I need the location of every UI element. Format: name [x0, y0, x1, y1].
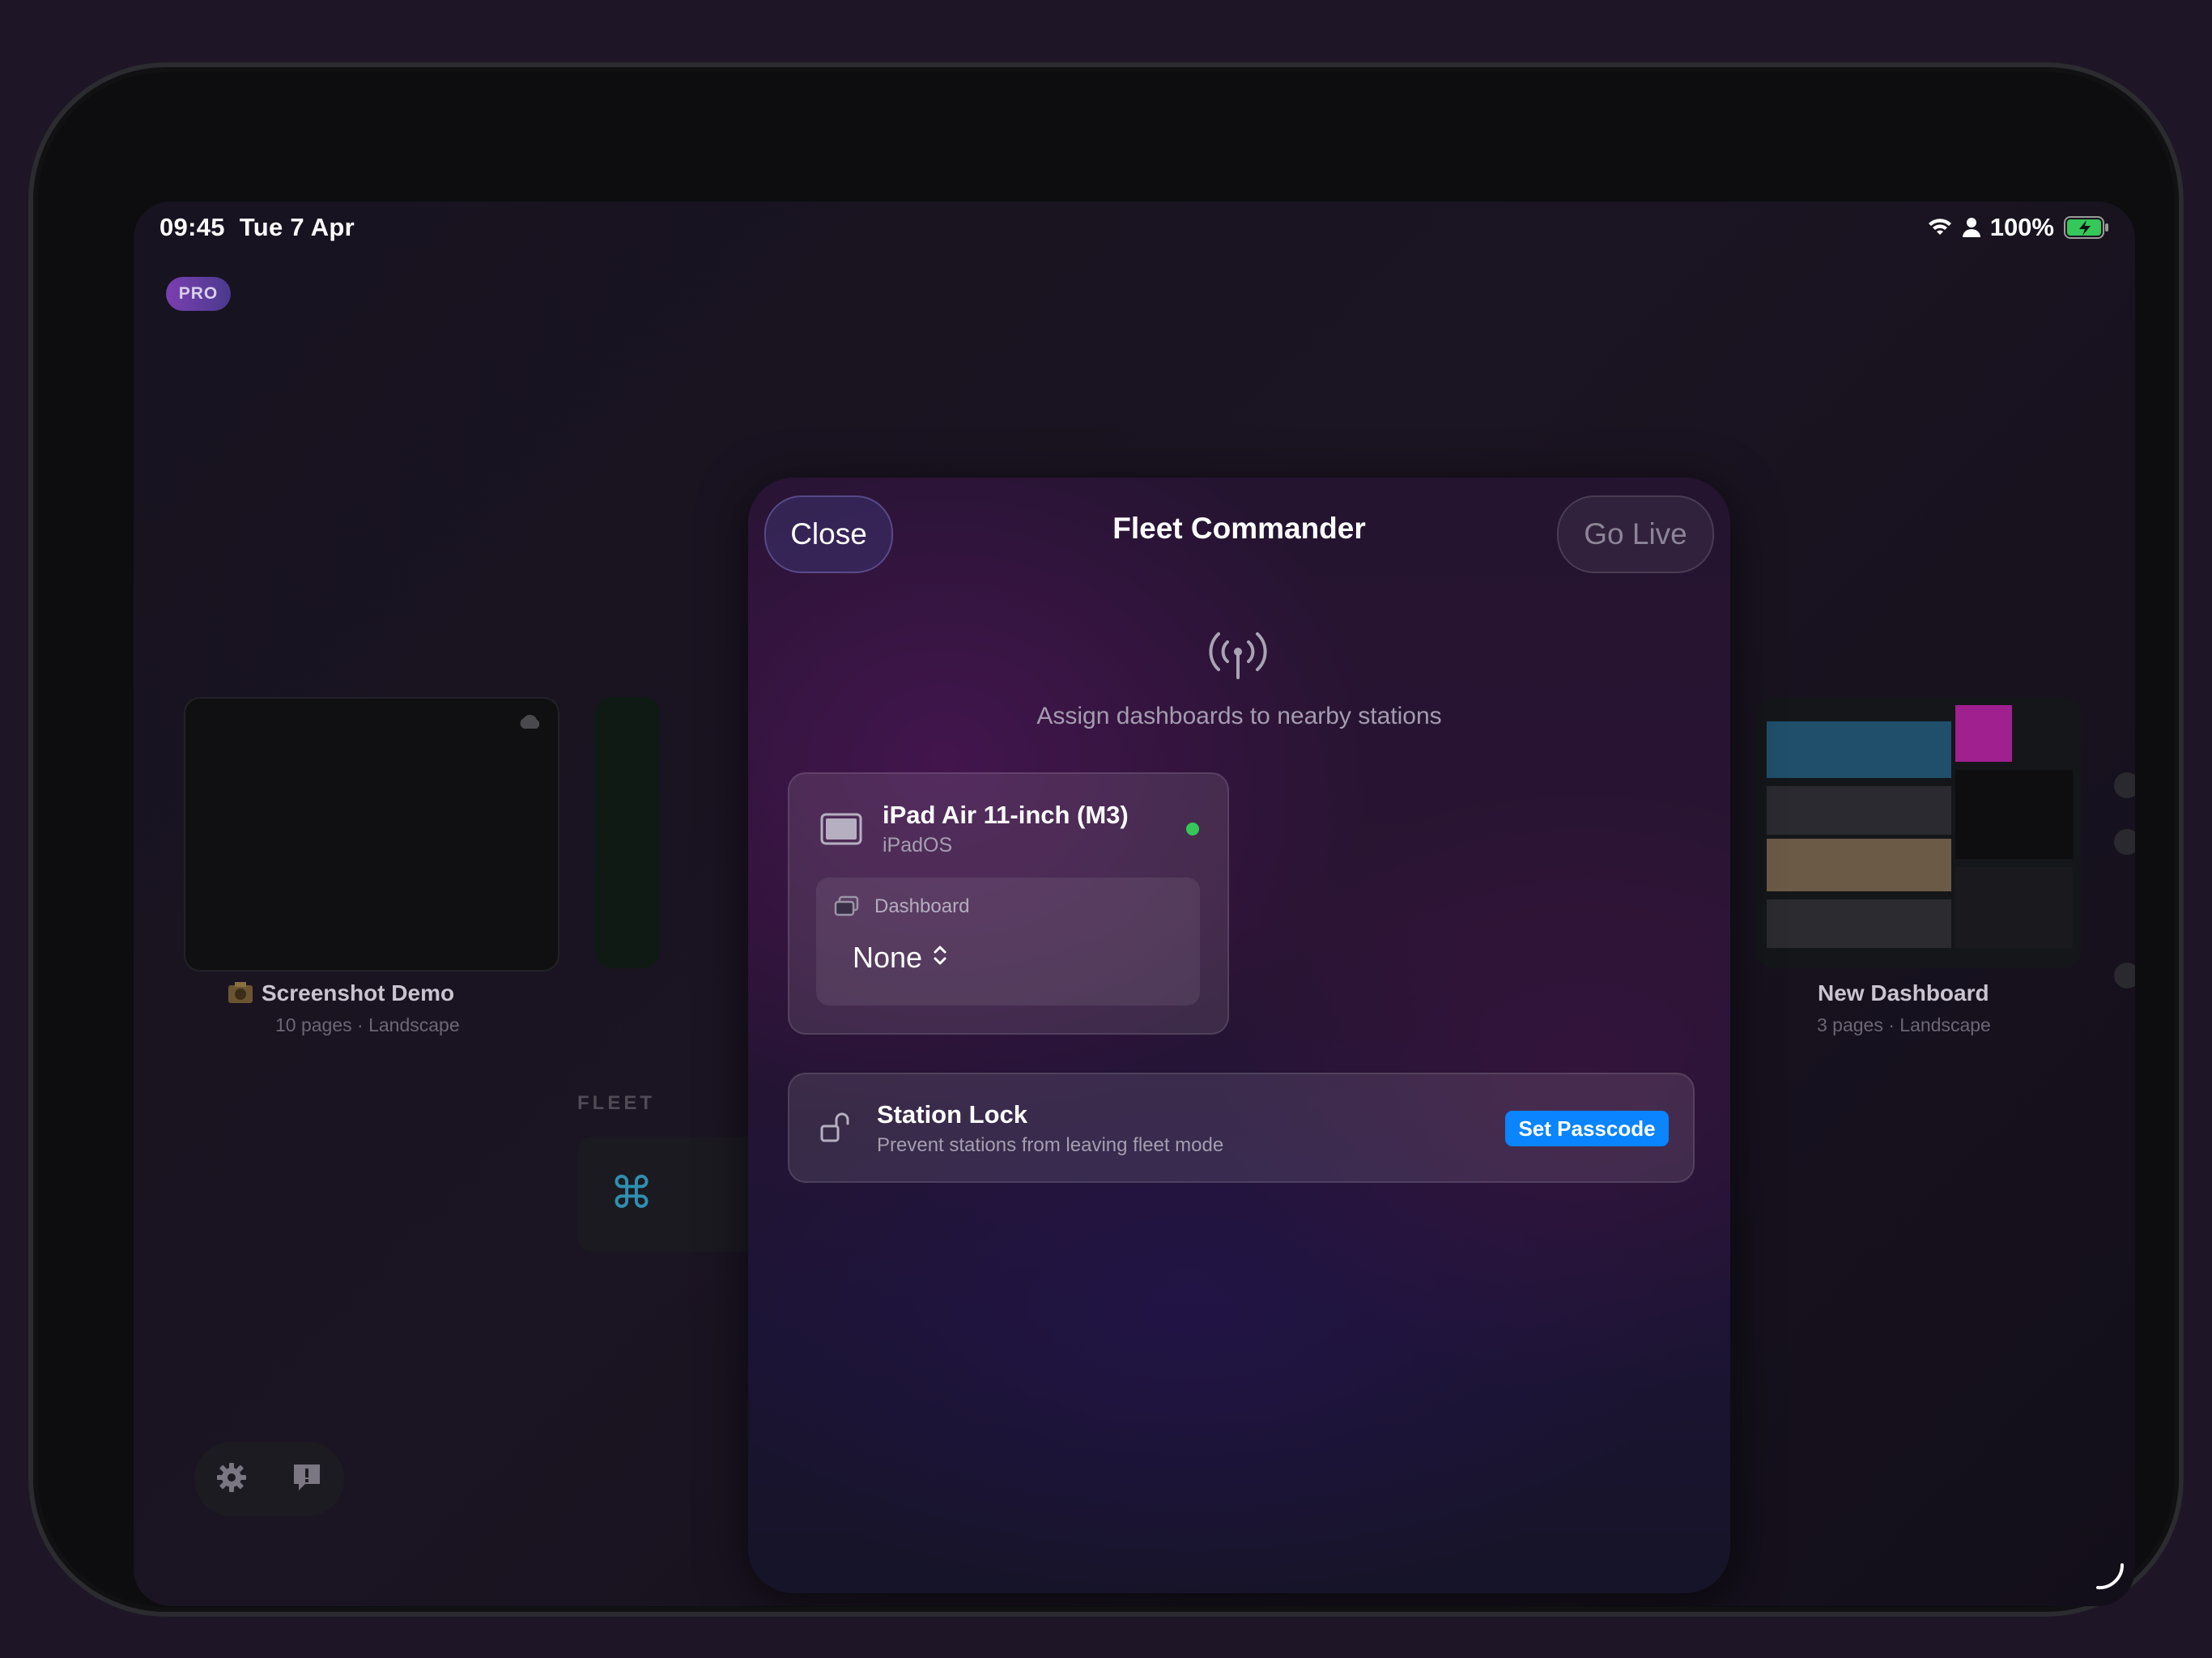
tile-emoji-icon [227, 980, 254, 1009]
corner-indicator-icon [2095, 1560, 2127, 1596]
go-live-button[interactable]: Go Live [1557, 495, 1714, 573]
station-card: iPad Air 11-inch (M3) iPadOS Dashboard N… [788, 772, 1229, 1035]
pro-badge: PRO [166, 277, 231, 311]
side-indicator-dot [2114, 772, 2135, 798]
side-indicator-dot [2114, 829, 2135, 855]
bottom-toolbar [194, 1442, 344, 1516]
fleet-commander-modal: Close Fleet Commander Go Live Assign das… [748, 478, 1730, 1593]
ipad-screen: 09:45 Tue 7 Apr 100% PRO Screenshot Demo… [134, 202, 2135, 1606]
battery-percent: 100% [1989, 213, 2054, 241]
modal-subtitle: Assign dashboards to nearby stations [1036, 703, 1442, 729]
station-lock-row: Station Lock Prevent stations from leavi… [788, 1073, 1695, 1183]
battery-charging-icon [2064, 216, 2109, 239]
fleet-section-label: FLEET [577, 1092, 655, 1114]
tile-title-screenshot-demo: Screenshot Demo [262, 980, 455, 1005]
wifi-icon [1927, 217, 1953, 238]
chevron-up-down-icon [932, 941, 948, 975]
status-bar-right: 100% [1927, 213, 2109, 242]
dashboard-select[interactable]: None [853, 941, 948, 975]
station-lock-subtitle: Prevent stations from leaving fleet mode [877, 1134, 1224, 1156]
ipad-frame: 09:45 Tue 7 Apr 100% PRO Screenshot Demo… [28, 62, 2184, 1617]
dashboard-stack-icon [834, 895, 860, 922]
dashboard-picker[interactable]: Dashboard None [816, 878, 1200, 1005]
gear-icon[interactable] [215, 1461, 248, 1498]
station-lock-title: Station Lock [877, 1100, 1028, 1129]
station-os: iPadOS [883, 834, 953, 857]
feedback-bubble-icon[interactable] [291, 1461, 323, 1498]
tile-title-new-dashboard: New Dashboard [1818, 980, 1989, 1005]
unlocked-padlock-icon [820, 1112, 853, 1148]
person-icon [1962, 217, 1980, 238]
status-date: Tue 7 Apr [239, 213, 355, 241]
antenna-broadcast-icon [1206, 627, 1270, 685]
station-name: iPad Air 11-inch (M3) [883, 801, 1129, 829]
tile-subtitle-new-dashboard: 3 pages · Landscape [1817, 1014, 1991, 1035]
status-bar-left: 09:45 Tue 7 Apr [160, 213, 355, 242]
dashboard-select-value: None [853, 941, 923, 974]
status-time: 09:45 [160, 213, 225, 241]
cloud-icon [517, 713, 542, 733]
tile-subtitle-screenshot-demo: 10 pages · Landscape [275, 1014, 460, 1035]
set-passcode-button[interactable]: Set Passcode [1505, 1111, 1669, 1146]
dashboard-thumbnail-partial[interactable] [595, 697, 660, 968]
tablet-icon [820, 813, 862, 849]
online-status-dot [1186, 823, 1199, 835]
dashboard-label: Dashboard [874, 895, 970, 917]
command-icon: ⌘ [610, 1169, 653, 1218]
dashboard-thumbnail-new-dashboard[interactable] [1757, 697, 2081, 968]
thumbnail-preview-graphic [1767, 705, 2073, 948]
side-indicator-dot [2114, 963, 2135, 988]
dashboard-thumbnail-screenshot-demo[interactable] [184, 697, 559, 971]
